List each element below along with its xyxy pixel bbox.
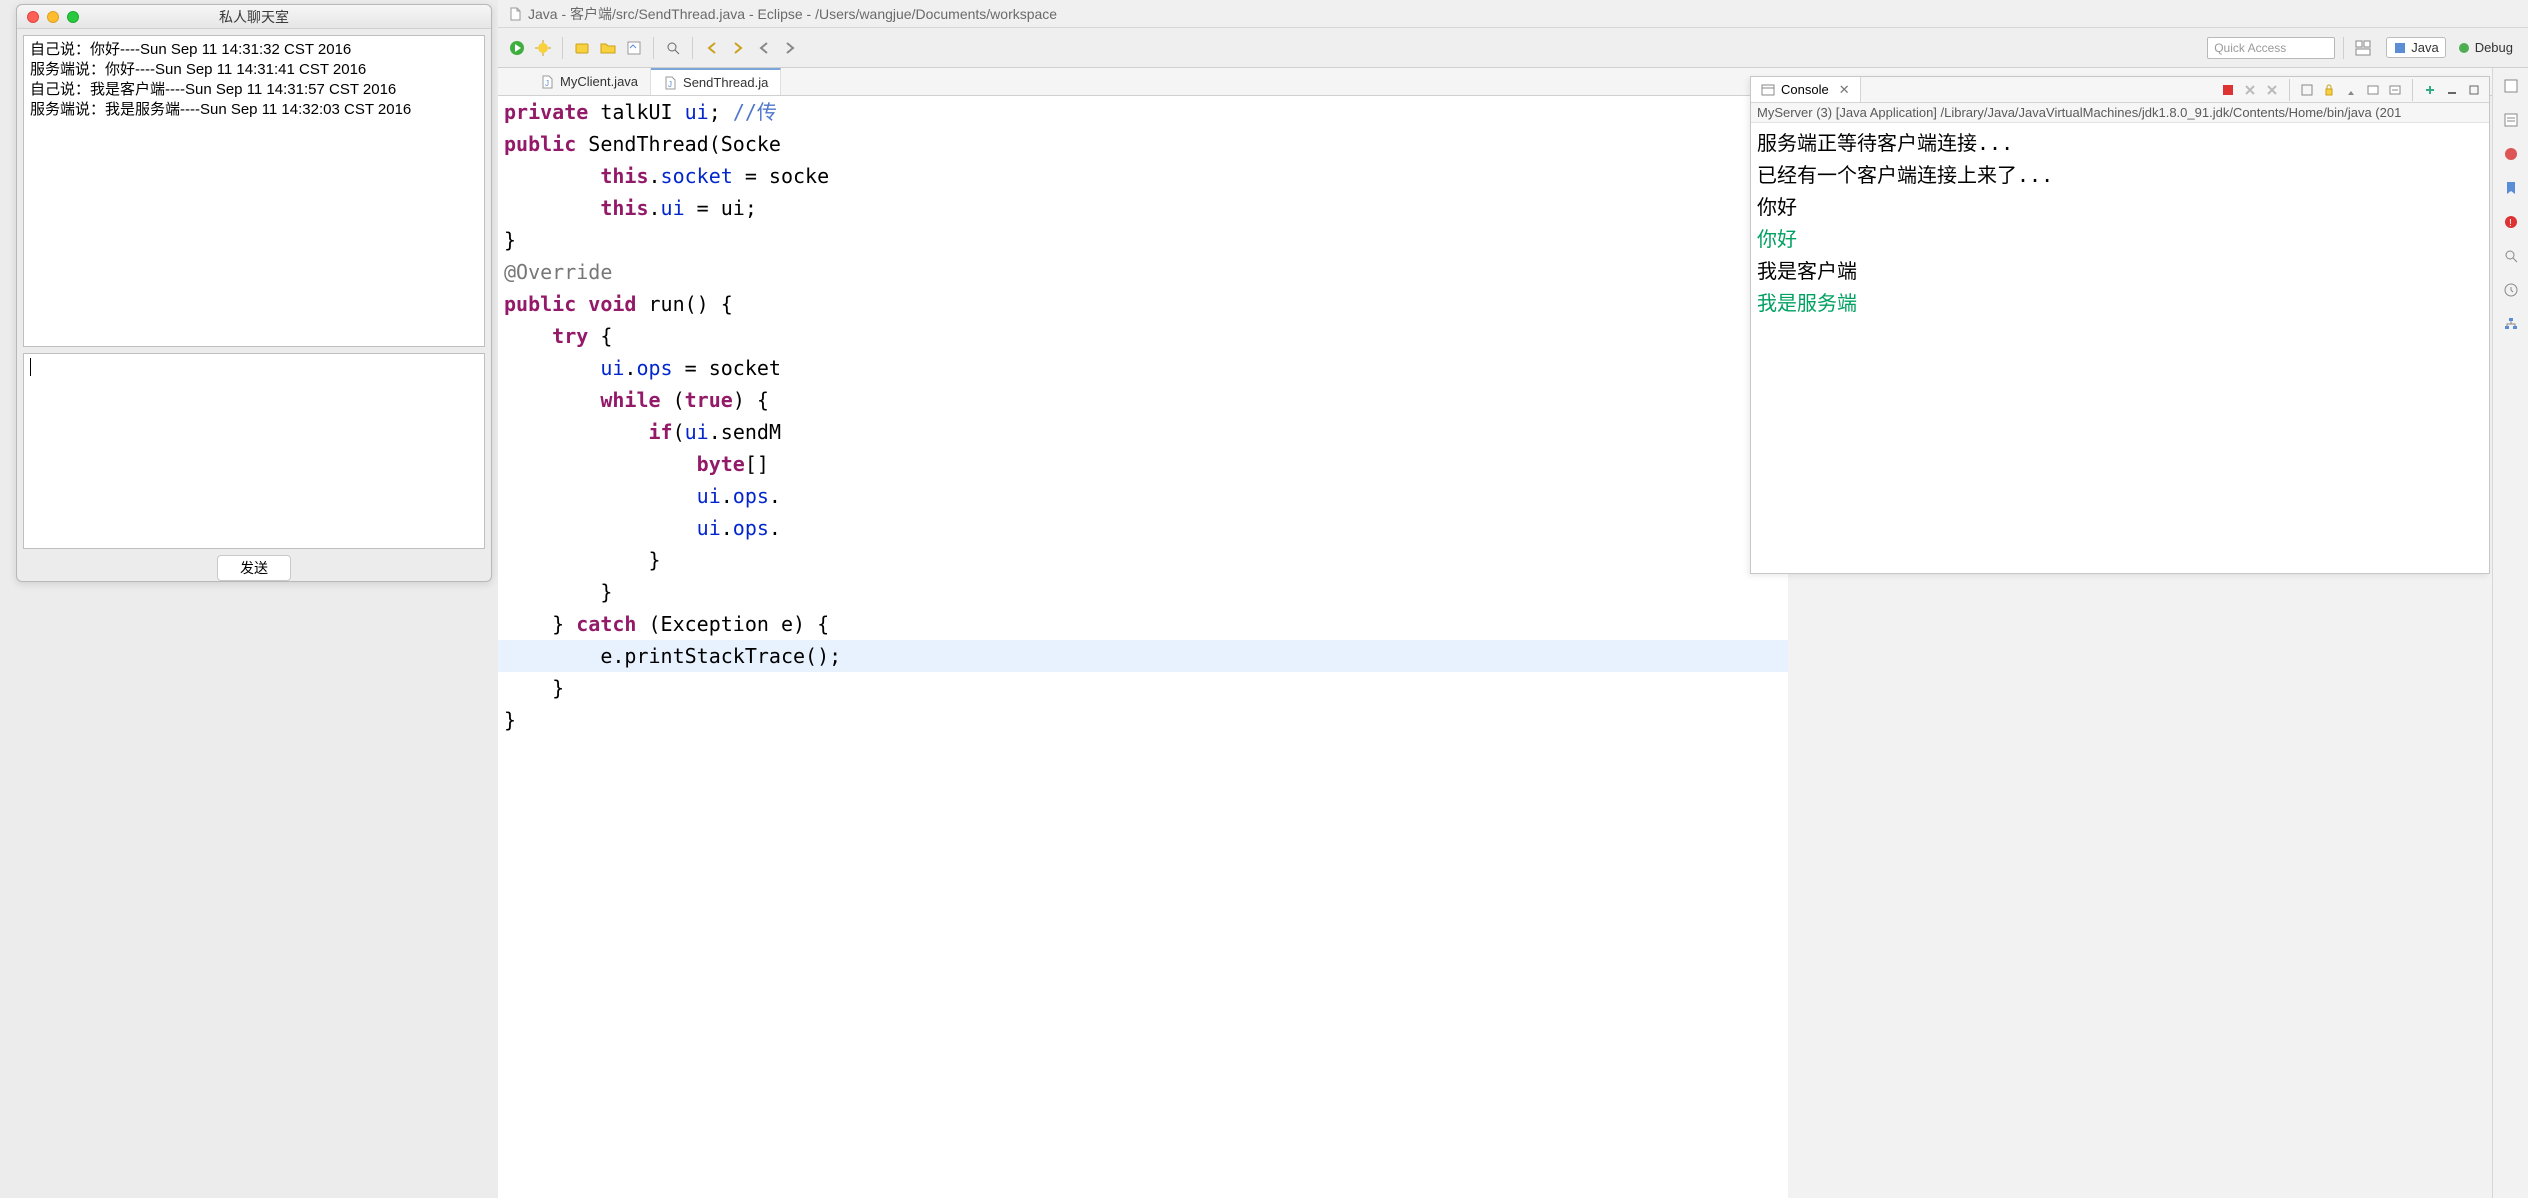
chat-line: 自己说：我是客户端----Sun Sep 11 14:31:57 CST 201… [30,80,478,100]
java-file-icon: J [663,76,677,90]
eclipse-toolbar: Quick Access Java Debug [498,28,2528,68]
java-file-icon: J [540,75,554,89]
console-line: 你好 [1757,223,2483,255]
bookmarks-icon[interactable] [2501,178,2521,198]
remove-launch-icon[interactable] [2263,81,2281,99]
new-console-view-icon[interactable] [2421,81,2439,99]
open-console-icon[interactable] [2386,81,2404,99]
console-toolbar [2219,79,2489,101]
perspective-java[interactable]: Java [2386,37,2445,58]
code-editor[interactable]: private talkUI ui; //传 public SendThread… [498,96,1788,1198]
open-perspective-icon[interactable] [2352,37,2374,59]
right-toolbar-strip: ! [2492,68,2528,1198]
separator [2412,79,2413,101]
quick-access-input[interactable]: Quick Access [2207,37,2335,59]
separator [2289,79,2290,101]
chat-titlebar[interactable]: 私人聊天室 [17,5,491,29]
tab-label: SendThread.ja [683,75,768,90]
chat-line: 服务端说：你好----Sun Sep 11 14:31:41 CST 2016 [30,60,478,80]
close-icon[interactable]: ✕ [1839,82,1850,98]
chat-log: 自己说：你好----Sun Sep 11 14:31:32 CST 2016 服… [23,35,485,347]
eclipse-titlebar: Java - 客户端/src/SendThread.java - Eclipse… [498,0,2528,28]
open-type-icon[interactable] [623,37,645,59]
console-line: 已经有一个客户端连接上来了... [1757,159,2483,191]
console-output[interactable]: 服务端正等待客户端连接... 已经有一个客户端连接上来了... 你好 你好 我是… [1751,123,2489,573]
clear-console-icon[interactable] [2298,81,2316,99]
perspective-debug-label: Debug [2475,40,2513,55]
chat-send-row: 发送 [17,555,491,581]
send-button[interactable]: 发送 [217,555,291,581]
separator [2343,37,2344,59]
console-view: Console ✕ MyServer (3) [Java Application… [1750,76,2490,574]
minimize-icon[interactable] [2443,81,2461,99]
console-line: 我是客户端 [1757,255,2483,287]
outline-view-icon[interactable] [2501,76,2521,96]
console-line: 服务端正等待客户端连接... [1757,127,2483,159]
search-view-icon[interactable] [2501,246,2521,266]
next-annotation-icon[interactable] [727,37,749,59]
tab-sendthread[interactable]: J SendThread.ja [651,68,781,95]
open-folder-icon[interactable] [597,37,619,59]
separator [562,37,563,59]
forward-icon[interactable] [779,37,801,59]
svg-text:!: ! [2509,218,2512,229]
console-process-label: MyServer (3) [Java Application] /Library… [1751,103,2489,123]
java-perspective-icon [2393,41,2407,55]
chat-line: 服务端说：我是服务端----Sun Sep 11 14:32:03 CST 20… [30,100,478,120]
perspective-java-label: Java [2411,40,2438,55]
maximize-icon[interactable] [2465,81,2483,99]
eclipse-title: Java - 客户端/src/SendThread.java - Eclipse… [528,4,1057,24]
run-icon[interactable] [506,37,528,59]
search-icon[interactable] [662,37,684,59]
svg-text:J: J [668,80,672,89]
perspective-switcher: Java Debug [2386,37,2520,58]
separator [692,37,693,59]
chat-window: 私人聊天室 自己说：你好----Sun Sep 11 14:31:32 CST … [16,4,492,582]
new-package-icon[interactable] [571,37,593,59]
eclipse-window: Java - 客户端/src/SendThread.java - Eclipse… [498,0,2528,1198]
separator [653,37,654,59]
problems-view-icon[interactable] [2501,144,2521,164]
console-icon [1761,83,1775,97]
chat-input[interactable] [23,353,485,549]
console-line: 你好 [1757,191,2483,223]
debug-sun-icon[interactable] [532,37,554,59]
prev-annotation-icon[interactable] [701,37,723,59]
chat-title: 私人聊天室 [17,7,491,27]
console-tab[interactable]: Console ✕ [1751,77,1861,102]
tab-myclient[interactable]: J MyClient.java [528,68,651,95]
console-tab-label: Console [1781,82,1829,97]
console-line: 我是服务端 [1757,287,2483,319]
back-icon[interactable] [753,37,775,59]
type-hierarchy-icon[interactable] [2501,314,2521,334]
quick-access-placeholder: Quick Access [2214,41,2286,55]
svg-text:J: J [545,79,549,88]
tab-label: MyClient.java [560,74,638,89]
scroll-lock-icon[interactable] [2320,81,2338,99]
debug-perspective-icon [2457,41,2471,55]
perspective-debug[interactable]: Debug [2450,37,2520,58]
pin-console-icon[interactable] [2342,81,2360,99]
terminate-icon[interactable] [2219,81,2237,99]
history-view-icon[interactable] [2501,280,2521,300]
error-log-icon[interactable]: ! [2501,212,2521,232]
display-selected-console-icon[interactable] [2364,81,2382,99]
remove-all-terminated-icon[interactable] [2241,81,2259,99]
task-list-icon[interactable] [2501,110,2521,130]
chat-line: 自己说：你好----Sun Sep 11 14:31:32 CST 2016 [30,40,478,60]
console-tabbar: Console ✕ [1751,77,2489,103]
file-icon [508,7,522,21]
